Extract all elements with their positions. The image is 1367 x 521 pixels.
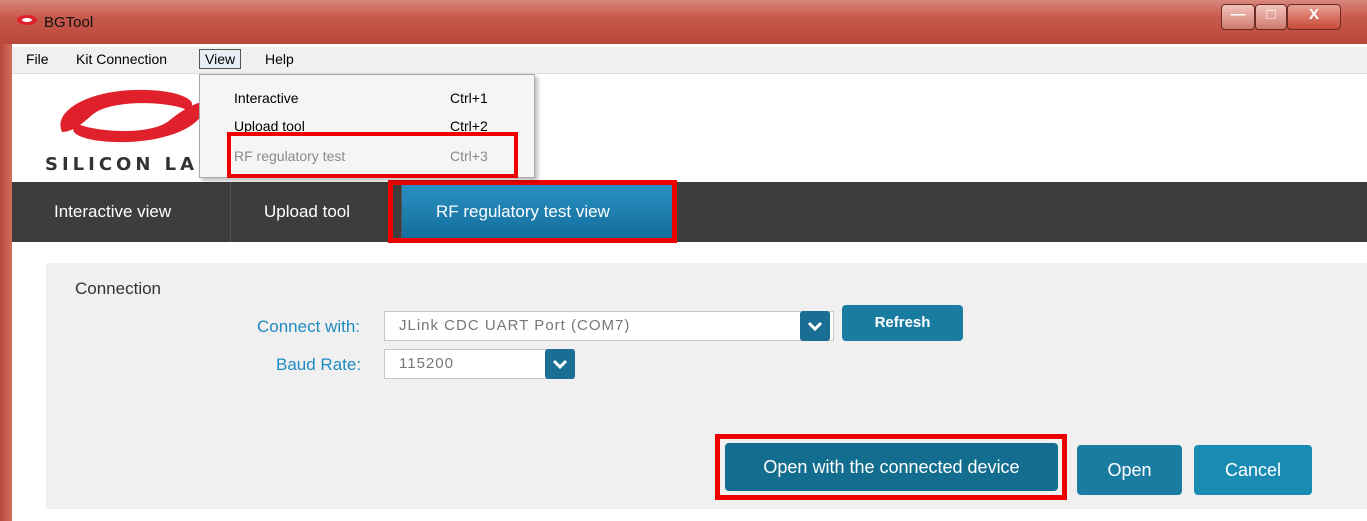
chevron-down-icon [807,321,823,332]
chevron-down-icon [552,359,568,370]
highlight-box-tab [388,180,677,243]
menu-bar: File Kit Connection View Help [12,47,1367,74]
cancel-button[interactable]: Cancel [1194,445,1312,495]
menu-item-interactive[interactable]: Interactive Ctrl+1 [200,83,534,113]
connect-with-dropdown-button[interactable] [800,311,830,341]
menu-kit-connection[interactable]: Kit Connection [76,51,167,67]
tab-label: Interactive view [54,202,172,221]
minimize-icon: — [1230,6,1246,23]
menu-file[interactable]: File [26,51,49,67]
tab-interactive-view[interactable]: Interactive view [12,182,230,242]
title-bar: BGTool — □ X [0,0,1367,44]
menu-item-shortcut: Ctrl+1 [450,90,488,106]
silicon-labs-logo [60,89,204,143]
maximize-icon: □ [1266,6,1276,23]
highlight-box-menu-item [227,132,518,178]
connect-with-label: Connect with: [257,317,360,336]
baud-rate-dropdown-button[interactable] [545,349,575,379]
logo-text: SILICON LAE [45,154,215,175]
maximize-button[interactable]: □ [1255,4,1287,30]
menu-view[interactable]: View [199,49,242,69]
tab-label: Upload tool [264,202,351,221]
highlight-box-open-connected [715,434,1067,500]
menu-help[interactable]: Help [265,51,294,67]
connect-with-select[interactable]: JLink CDC UART Port (COM7) [384,311,834,341]
connect-with-value: JLink CDC UART Port (COM7) [399,317,631,334]
connection-title: Connection [75,279,162,298]
window-title: BGTool [44,14,94,31]
window-border [0,44,12,521]
baud-rate-value: 115200 [399,355,454,372]
open-button[interactable]: Open [1077,445,1182,495]
baud-rate-label: Baud Rate: [276,355,362,374]
close-button[interactable]: X [1287,4,1341,30]
close-icon: X [1308,6,1319,23]
minimize-button[interactable]: — [1221,4,1255,30]
tab-upload-tool[interactable]: Upload tool [231,182,402,242]
silicon-labs-icon [17,15,37,25]
refresh-button[interactable]: Refresh [842,305,963,341]
view-tab-bar: Interactive view Upload tool RF regulato… [12,182,1367,242]
menu-item-label: Interactive [234,90,299,106]
